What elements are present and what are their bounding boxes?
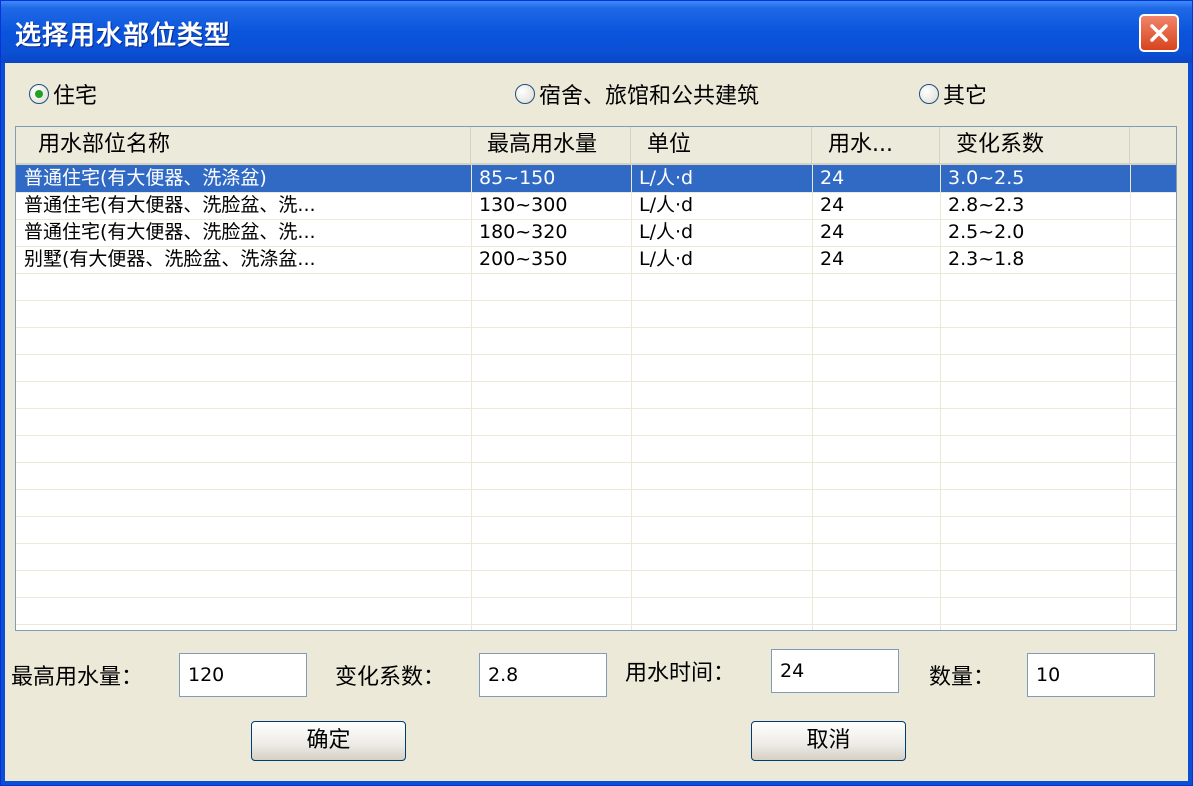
close-icon bbox=[1150, 24, 1168, 42]
radio-unchecked-icon bbox=[919, 84, 939, 104]
cell-unit: L/人·d bbox=[639, 194, 694, 216]
column-header-unit[interactable]: 单位 bbox=[631, 127, 812, 163]
cell-coefficient: 2.5~2.0 bbox=[948, 221, 1025, 243]
cell-coefficient: 2.3~1.8 bbox=[948, 248, 1025, 270]
title-bar[interactable]: 选择用水部位类型 bbox=[1, 1, 1192, 63]
grid-row-line bbox=[16, 516, 1176, 517]
grid-row-line bbox=[16, 192, 1176, 193]
cell-time: 24 bbox=[820, 248, 845, 270]
cell-name: 别墅(有大便器、洗脸盆、洗涤盆... bbox=[24, 248, 316, 270]
count-input[interactable] bbox=[1027, 653, 1155, 697]
cell-unit: L/人·d bbox=[639, 248, 694, 270]
grid-row-line bbox=[16, 300, 1176, 301]
grid-column-line bbox=[940, 165, 941, 630]
water-time-input[interactable] bbox=[771, 649, 899, 693]
ok-button[interactable]: 确定 bbox=[251, 721, 406, 761]
grid-row-line bbox=[16, 246, 1176, 247]
radio-residential[interactable]: 住宅 bbox=[29, 79, 97, 109]
grid-row-line bbox=[16, 543, 1176, 544]
radio-other[interactable]: 其它 bbox=[919, 79, 987, 109]
dialog-body: 住宅 宿舍、旅馆和公共建筑 其它 用水部位名称 最高用水量 单位 用水... 变… bbox=[1, 63, 1192, 785]
grid-row-line bbox=[16, 462, 1176, 463]
max-water-label: 最高用水量： bbox=[11, 665, 144, 690]
count-label: 数量： bbox=[929, 665, 996, 690]
radio-dormitory-public-label: 宿舍、旅馆和公共建筑 bbox=[539, 84, 760, 109]
radio-dormitory-public[interactable]: 宿舍、旅馆和公共建筑 bbox=[515, 79, 759, 109]
grid-column-line bbox=[631, 165, 632, 630]
water-usage-list[interactable]: 用水部位名称 最高用水量 单位 用水... 变化系数 普通住宅(有大便器、洗涤盆… bbox=[15, 126, 1177, 631]
cell-name: 普通住宅(有大便器、洗脸盆、洗... bbox=[24, 221, 316, 243]
grid-row-line bbox=[16, 381, 1176, 382]
grid-row-line bbox=[16, 327, 1176, 328]
cell-max-water: 130~300 bbox=[479, 194, 568, 216]
max-water-input[interactable] bbox=[179, 653, 307, 697]
table-row[interactable]: 普通住宅(有大便器、洗涤盆) 85~150 L/人·d 24 3.0~2.5 bbox=[16, 165, 1176, 192]
grid-row-line bbox=[16, 624, 1176, 625]
cell-time: 24 bbox=[820, 221, 845, 243]
coefficient-label: 变化系数： bbox=[335, 665, 446, 690]
grid-row-line bbox=[16, 597, 1176, 598]
window-title: 选择用水部位类型 bbox=[15, 21, 232, 51]
cell-max-water: 200~350 bbox=[479, 248, 568, 270]
table-row[interactable]: 普通住宅(有大便器、洗脸盆、洗... 130~300 L/人·d 24 2.8~… bbox=[16, 192, 1176, 219]
radio-residential-label: 住宅 bbox=[53, 84, 98, 109]
radio-unchecked-icon bbox=[515, 84, 535, 104]
dialog-window: 选择用水部位类型 住宅 宿舍、旅馆和公共建筑 其它 用水部位名称 最高用水量 单… bbox=[0, 0, 1193, 786]
column-header-coefficient[interactable]: 变化系数 bbox=[940, 127, 1130, 163]
grid-row-line bbox=[16, 408, 1176, 409]
cell-coefficient: 3.0~2.5 bbox=[948, 167, 1025, 189]
cancel-button[interactable]: 取消 bbox=[751, 721, 906, 761]
grid-row-line bbox=[16, 273, 1176, 274]
grid-row-line bbox=[16, 219, 1176, 220]
cell-time: 24 bbox=[820, 167, 845, 189]
cell-max-water: 180~320 bbox=[479, 221, 568, 243]
table-row[interactable]: 普通住宅(有大便器、洗脸盆、洗... 180~320 L/人·d 24 2.5~… bbox=[16, 219, 1176, 246]
grid-column-line bbox=[812, 165, 813, 630]
grid-row-line bbox=[16, 570, 1176, 571]
column-header-max-water[interactable]: 最高用水量 bbox=[471, 127, 631, 163]
grid-row-line bbox=[16, 489, 1176, 490]
radio-other-label: 其它 bbox=[943, 84, 988, 109]
cell-unit: L/人·d bbox=[639, 221, 694, 243]
column-header-filler bbox=[1130, 127, 1176, 163]
water-time-label: 用水时间： bbox=[625, 661, 736, 686]
radio-checked-icon bbox=[29, 84, 49, 104]
cell-max-water: 85~150 bbox=[479, 167, 556, 189]
coefficient-input[interactable] bbox=[479, 653, 607, 697]
close-button[interactable] bbox=[1139, 14, 1179, 52]
column-header-name[interactable]: 用水部位名称 bbox=[16, 127, 471, 163]
grid-row-line bbox=[16, 435, 1176, 436]
cell-unit: L/人·d bbox=[639, 167, 694, 189]
cell-time: 24 bbox=[820, 194, 845, 216]
cell-name: 普通住宅(有大便器、洗脸盆、洗... bbox=[24, 194, 316, 216]
table-row[interactable]: 别墅(有大便器、洗脸盆、洗涤盆... 200~350 L/人·d 24 2.3~… bbox=[16, 246, 1176, 273]
column-header-time[interactable]: 用水... bbox=[812, 127, 940, 163]
list-header: 用水部位名称 最高用水量 单位 用水... 变化系数 bbox=[16, 127, 1176, 165]
grid-column-line bbox=[1130, 165, 1131, 630]
cell-coefficient: 2.8~2.3 bbox=[948, 194, 1025, 216]
grid-row-line bbox=[16, 354, 1176, 355]
cell-name: 普通住宅(有大便器、洗涤盆) bbox=[24, 167, 267, 189]
grid-column-line bbox=[471, 165, 472, 630]
